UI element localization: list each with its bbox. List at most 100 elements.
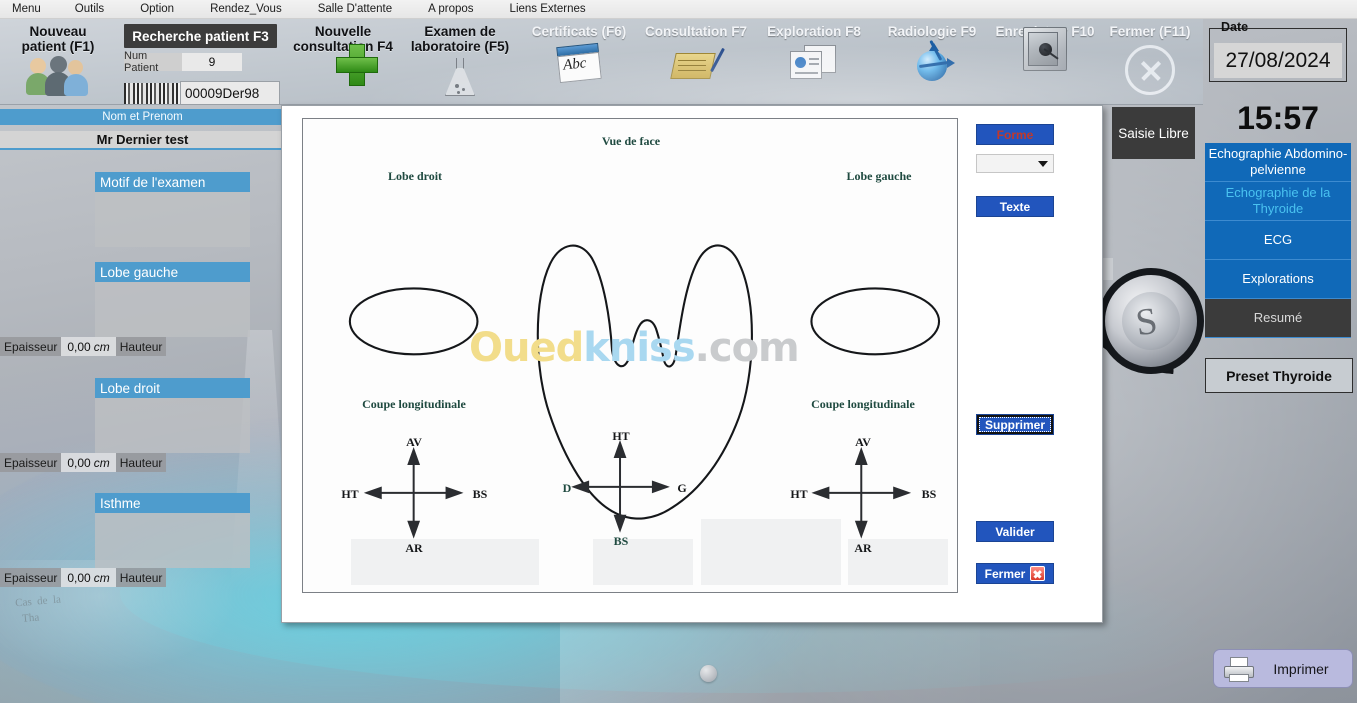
nav-item-resume[interactable]: Resumé (1205, 299, 1351, 338)
patient-files-icon (790, 45, 838, 81)
toolbar-label-certificats: Certificats (F6) (531, 24, 627, 39)
menu-item-a-propos[interactable]: A propos (422, 0, 479, 19)
forme-button[interactable]: Forme (976, 124, 1054, 145)
valider-button[interactable]: Valider (976, 521, 1054, 542)
measure-value-epaisseur[interactable]: 0,00 cm (61, 337, 116, 356)
printer-icon (1222, 656, 1256, 682)
fermer-button[interactable]: Fermer (976, 563, 1054, 584)
toolbar-button-certificats[interactable]: Certificats (F6) Abc (521, 19, 637, 104)
toolbar-button-radiologie[interactable]: Radiologie F9 (874, 19, 990, 104)
flask-icon (443, 58, 477, 96)
abc-card-icon: Abc (556, 42, 602, 84)
form-section-title-motif: Motif de l'examen (95, 172, 250, 192)
watermark-part-2: kniss (583, 325, 695, 371)
num-patient-label: Num Patient (124, 50, 182, 74)
notepad-pen-icon (670, 47, 725, 81)
measure-value-epaisseur[interactable]: 0,00 cm (61, 568, 116, 587)
form-textarea-motif[interactable] (95, 192, 250, 247)
diagram-label-vue-de-face: Vue de face (601, 134, 661, 148)
date-caption: Date (1221, 20, 1249, 34)
nav-item-explorations[interactable]: Explorations (1205, 260, 1351, 299)
measure-value-epaisseur[interactable]: 0,00 cm (61, 453, 116, 472)
ouedkniss-watermark: Ouedkniss.com (469, 325, 800, 371)
tab-saisie-libre[interactable]: Saisie Libre (1112, 107, 1195, 159)
thyroid-diagram-dialog: Ouedkniss.com Vue de face Lobe droit Lob… (281, 105, 1103, 623)
green-plus-icon (336, 44, 378, 86)
axis-label-center-down: BS (613, 534, 629, 548)
toolbar-label-fermer: Fermer (F11) (1109, 24, 1191, 39)
shape-select[interactable] (976, 154, 1054, 173)
texte-button[interactable]: Texte (976, 196, 1054, 217)
axis-label-center-up: HT (612, 429, 630, 443)
toolbar-button-nouveau-patient[interactable]: Nouveau patient (F1) (8, 19, 108, 104)
chevron-down-icon (1038, 160, 1048, 167)
form-section-title-lobe-droit: Lobe droit (95, 378, 250, 398)
toolbar-label-exploration: Exploration F8 (767, 24, 861, 39)
diagram-canvas[interactable]: Ouedkniss.com Vue de face Lobe droit Lob… (302, 118, 958, 593)
menu-item-rendez-vous[interactable]: Rendez_Vous (204, 0, 288, 19)
toolbar-button-exploration[interactable]: Exploration F8 (757, 19, 871, 104)
close-circle-icon (1125, 45, 1175, 95)
menu-item-liens-externes[interactable]: Liens Externes (504, 0, 592, 19)
measure-label-hauteur: Hauteur (115, 568, 167, 587)
num-patient-row: Num Patient 9 (124, 50, 242, 74)
measure-label-epaisseur: Epaisseur (0, 568, 62, 587)
toolbar-button-fermer[interactable]: Fermer (F11) (1100, 19, 1200, 104)
watermark-part-3: .com (694, 325, 800, 371)
patient-name-value: Mr Dernier test (0, 131, 285, 150)
menu-item-option[interactable]: Option (134, 0, 180, 19)
axis-label-center-right: G (677, 481, 687, 495)
measure-number: 0,00 (67, 570, 91, 585)
toolbar-label-radiologie: Radiologie F9 (887, 24, 977, 39)
search-patient-button[interactable]: Recherche patient F3 (124, 24, 277, 48)
menu-bar: Menu Outils Option Rendez_Vous Salle D'a… (0, 0, 1357, 19)
measure-label-hauteur: Hauteur (115, 337, 167, 356)
form-section-title-lobe-gauche: Lobe gauche (95, 262, 250, 282)
barcode-icon (124, 82, 180, 104)
axis-label-left-right: BS (472, 487, 488, 501)
diagram-label-lobe-gauche: Lobe gauche (846, 169, 912, 183)
measure-unit: cm (93, 455, 110, 470)
form-textarea-isthme[interactable] (95, 513, 250, 568)
application-window: S Menu Outils Option Rendez_Vous Salle D… (0, 0, 1357, 703)
form-section-isthme: Isthme Epaisseur 0,00 cm Hauteur (0, 493, 250, 587)
form-textarea-lobe-droit[interactable] (95, 398, 250, 453)
measure-label-hauteur: Hauteur (115, 453, 167, 472)
diagram-label-lobe-droit: Lobe droit (387, 169, 443, 183)
num-patient-value[interactable]: 9 (182, 53, 242, 71)
nav-item-echographie-abdomino-pelvienne[interactable]: Echographie Abdomino-pelvienne (1205, 143, 1351, 182)
toolbar-button-nouvelle-consultation[interactable]: Nouvelle consultation F4 (289, 19, 397, 104)
form-textarea-lobe-gauche[interactable] (95, 282, 250, 337)
canvas-band (351, 539, 539, 585)
preset-thyroide-button[interactable]: Preset Thyroide (1205, 358, 1353, 393)
menu-item-outils[interactable]: Outils (69, 0, 110, 19)
form-section-title-isthme: Isthme (95, 493, 250, 513)
background-coat-button (700, 665, 717, 682)
barcode-value-field[interactable]: 00009Der98 (180, 81, 280, 105)
nav-item-echographie-thyroide[interactable]: Echographie de la Thyroide (1205, 182, 1351, 221)
measure-label-epaisseur: Epaisseur (0, 453, 62, 472)
toolbar-button-consultation[interactable]: Consultation F7 (638, 19, 754, 104)
nav-item-ecg[interactable]: ECG (1205, 221, 1351, 260)
barcode-row: 00009Der98 (124, 81, 280, 105)
fermer-button-label: Fermer (984, 566, 1026, 581)
date-value[interactable]: 27/08/2024 (1214, 43, 1342, 78)
3d-sphere-icon (909, 39, 955, 83)
form-section-motif: Motif de l'examen (95, 172, 250, 247)
date-fieldset: Date 27/08/2024 (1209, 20, 1347, 82)
menu-item-salle-dattente[interactable]: Salle D'attente (312, 0, 398, 19)
measure-number: 0,00 (67, 339, 91, 354)
axis-label-right-up: AV (855, 435, 871, 449)
measure-number: 0,00 (67, 455, 91, 470)
axis-label-left-up: AV (406, 435, 422, 449)
supprimer-button[interactable]: Supprimer (976, 414, 1054, 435)
menu-item-menu[interactable]: Menu (6, 0, 47, 19)
toolbar-button-enregistrer[interactable]: Enregistrer F10 (990, 19, 1100, 104)
imprimer-button-label: Imprimer (1273, 660, 1329, 677)
toolbar-button-examen-laboratoire[interactable]: Examen de laboratoire (F5) (404, 19, 516, 104)
people-icon (26, 56, 90, 98)
imprimer-button[interactable]: Imprimer (1213, 649, 1353, 688)
axis-label-left-left: HT (341, 487, 359, 501)
diagram-label-coupe-longitudinale-right: Coupe longitudinale (811, 397, 915, 411)
axis-label-right-down: AR (854, 541, 872, 555)
